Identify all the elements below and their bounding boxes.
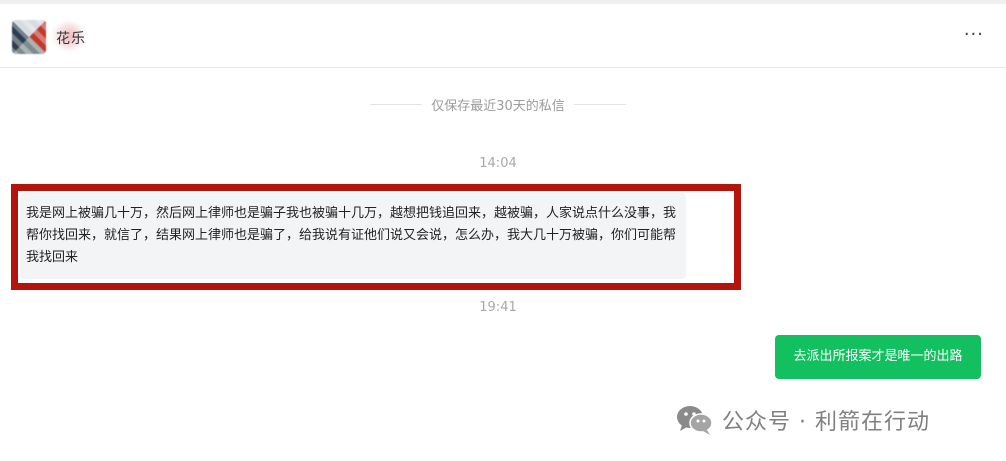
more-options-icon[interactable]: ··· (964, 26, 984, 44)
timestamp: 19:41 (479, 300, 517, 315)
watermark: 公众号 · 利箭在行动 (676, 402, 930, 438)
chat-header: 花乐 ··· (0, 4, 1006, 68)
retention-notice: 仅保存最近30天的私信 (370, 94, 627, 114)
retention-notice-text: 仅保存最近30天的私信 (431, 98, 565, 114)
divider-left (370, 103, 423, 105)
wechat-logo-icon (676, 404, 714, 436)
divider-right (573, 103, 627, 105)
avatar[interactable] (12, 20, 46, 54)
contact-name[interactable]: 花乐 (56, 28, 86, 48)
watermark-text: 公众号 · 利箭在行动 (722, 410, 930, 435)
timestamp: 14:04 (479, 156, 517, 171)
outgoing-message-bubble: 去派出所报案才是唯一的出路 (775, 335, 981, 379)
incoming-message-bubble: 我是网上被骗几十万，然后网上律师也是骗子我也被骗十几万，越想把钱追回来，越被骗，… (20, 193, 686, 279)
